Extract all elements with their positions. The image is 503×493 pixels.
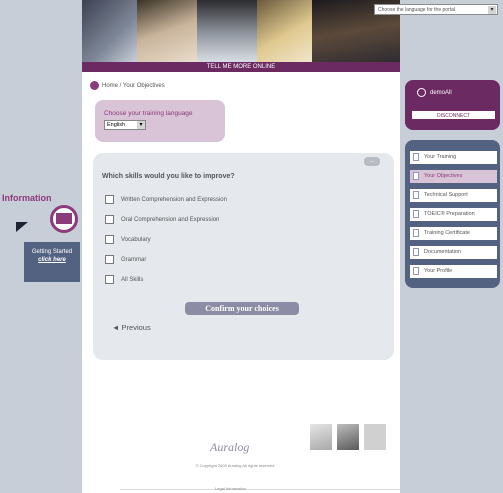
training-language-value: English — [107, 122, 126, 128]
banner-photo-3 — [197, 0, 257, 62]
header-banner — [82, 0, 400, 70]
skill-label: Vocabulary — [121, 237, 151, 243]
skill-option[interactable]: Vocabulary — [105, 234, 151, 246]
document-icon — [413, 267, 419, 275]
training-language-select[interactable]: English ▾ — [104, 120, 146, 130]
previous-label: Previous — [121, 323, 151, 332]
click-here-link[interactable]: click here — [24, 256, 80, 264]
banner-photo-1 — [82, 0, 137, 62]
breadcrumb: Home / Your Objectives — [90, 80, 390, 92]
skill-option[interactable]: Written Comprehension and Expression — [105, 194, 227, 206]
skills-title: Which skills would you like to improve? — [102, 173, 235, 180]
skill-checkbox[interactable] — [105, 214, 114, 224]
document-icon — [413, 248, 419, 256]
banner-tagline: TELL ME MORE ONLINE — [82, 62, 400, 72]
document-icon — [413, 153, 419, 161]
footer-legal-link[interactable]: Legal Information — [215, 486, 246, 491]
banner-photo-2 — [137, 0, 197, 62]
nav-item-label: Your Objectives — [424, 173, 463, 179]
footer-thumbnail — [337, 424, 359, 450]
document-icon — [413, 210, 419, 218]
user-info: demoAll — [417, 88, 452, 97]
caret-left-icon: ◄ — [112, 323, 120, 332]
information-title: Information — [2, 193, 52, 203]
getting-started-box[interactable]: Getting Started click here — [24, 242, 80, 282]
auralog-logo: Auralog — [210, 440, 250, 454]
nav-item-label: Documentation — [424, 249, 461, 255]
nav-item-label: Training Certificate — [424, 230, 470, 236]
skill-label: Written Comprehension and Expression — [121, 197, 227, 203]
document-icon — [413, 229, 419, 237]
footer-thumbnail — [364, 424, 386, 450]
nav-item-label: Your Profile — [424, 268, 453, 274]
chevron-down-icon: ▾ — [137, 121, 145, 129]
portal-language-select-label: Choose the language for the portal — [378, 7, 455, 13]
getting-started-label: Getting Started — [31, 249, 73, 255]
chevron-down-icon: ▾ — [488, 6, 496, 14]
skill-checkbox[interactable] — [105, 274, 114, 284]
nav-item-label: Your Training — [424, 154, 457, 160]
panel-close-button[interactable]: ... — [364, 157, 380, 166]
footer-thumbnail — [310, 424, 332, 450]
confirm-choices-button[interactable]: Confirm your choices — [185, 302, 299, 315]
training-language-label: Choose your training language — [104, 110, 193, 117]
footer-copyright: © Copyright 2009 Auralog All rights rese… — [195, 463, 275, 468]
username: demoAll — [430, 90, 452, 97]
nav-item-toeic-preparation[interactable]: TOEIC® Preparation — [410, 208, 497, 221]
document-icon — [413, 191, 419, 199]
nav-item-your-profile[interactable]: Your Profile — [410, 265, 497, 278]
disconnect-button[interactable]: DISCONNECT — [411, 110, 496, 120]
skill-checkbox[interactable] — [105, 234, 114, 244]
nav-item-documentation[interactable]: Documentation — [410, 246, 497, 259]
home-icon[interactable] — [90, 80, 99, 90]
skill-checkbox[interactable] — [105, 194, 114, 204]
skill-option[interactable]: All Skills — [105, 274, 143, 286]
user-icon — [417, 88, 426, 97]
skill-label: All Skills — [121, 277, 144, 283]
skill-option[interactable]: Oral Comprehension and Expression — [105, 214, 219, 226]
nav-item-label: Technical Support — [424, 192, 468, 198]
skill-checkbox[interactable] — [105, 254, 114, 264]
nav-item-technical-support[interactable]: Technical Support — [410, 189, 497, 202]
nav-item-label: TOEIC® Preparation — [424, 211, 475, 217]
nav-item-your-objectives[interactable]: Your Objectives — [410, 170, 497, 183]
skill-label: Grammar — [121, 257, 147, 263]
document-icon — [413, 172, 419, 180]
info-arrow — [16, 222, 28, 232]
portal-language-select[interactable]: Choose the language for the portal ▾ — [374, 4, 498, 15]
previous-link[interactable]: ◄ Previous — [112, 323, 151, 332]
nav-item-your-training[interactable]: Your Training — [410, 151, 497, 164]
breadcrumb-text[interactable]: Home / Your Objectives — [102, 83, 165, 89]
skill-option[interactable]: Grammar — [105, 254, 146, 266]
skill-label: Oral Comprehension and Expression — [121, 217, 220, 223]
footer-divider — [120, 489, 400, 490]
banner-photo-4 — [257, 0, 312, 62]
nav-item-training-certificate[interactable]: Training Certificate — [410, 227, 497, 240]
envelope-icon[interactable] — [56, 213, 72, 224]
